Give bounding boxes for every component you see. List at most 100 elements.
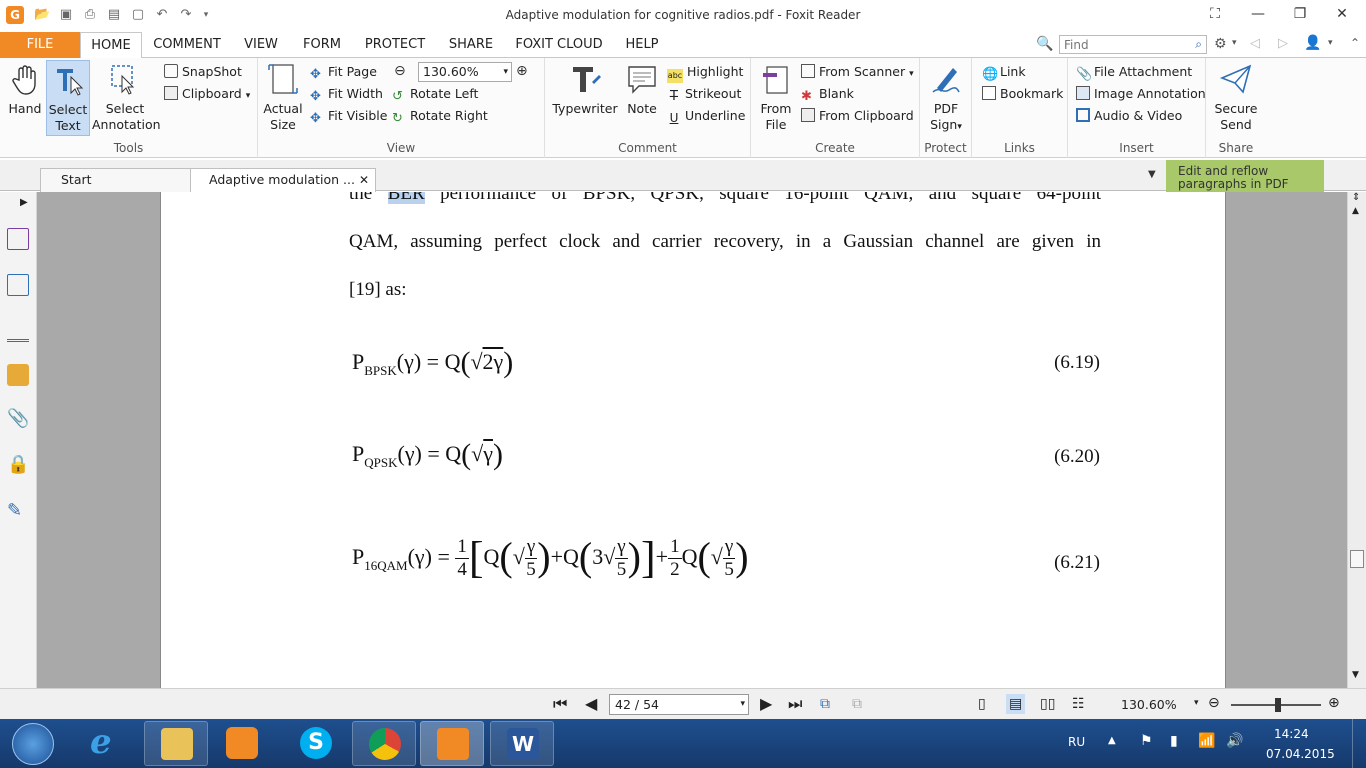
image-annotation-button[interactable]: Image Annotation [1076,84,1206,104]
highlighted-word[interactable]: BER [387,192,425,204]
highlight-button[interactable]: abc Highlight [667,62,743,83]
status-zoom-out-icon[interactable]: ⊖ [1208,695,1220,711]
last-page-icon[interactable]: ⏭ [788,694,802,714]
audio-video-button[interactable]: Audio & Video [1076,106,1182,126]
show-hidden-icons-icon[interactable]: ▲ [1108,735,1116,746]
zoom-dropdown-icon[interactable]: ▾ [503,63,508,81]
pdf-sign-button[interactable]: PDF Sign▾ [924,60,968,134]
edit-reflow-banner[interactable]: Edit and reflow paragraphs in PDF [1166,160,1324,192]
scroll-up-icon[interactable]: ▲ [1352,206,1359,216]
action-center-icon[interactable]: ⚑ [1140,733,1153,749]
find-input[interactable] [1060,36,1180,53]
attachments-panel-icon[interactable]: 📎 [7,408,29,430]
fit-width-button[interactable]: ✥ Fit Width [310,84,383,104]
next-page-icon[interactable]: ▶ [760,694,772,714]
comments-panel-icon[interactable] [7,364,29,386]
document-viewport[interactable]: the BER performance of BPSK, QPSK, squar… [37,192,1347,688]
vertical-scrollbar[interactable]: ⇕ ▲ ▼ [1347,192,1366,688]
expand-panel-icon[interactable]: ▶ [20,197,28,208]
zoom-slider-thumb[interactable] [1275,698,1281,712]
taskbar-media-player[interactable] [210,721,274,766]
from-file-button[interactable]: From File [755,60,797,132]
show-desktop-button[interactable] [1352,719,1366,768]
restore-layout-icon[interactable]: ⛶ [1196,2,1234,26]
search-icon[interactable]: ⌕ [1195,37,1202,52]
clipboard-button[interactable]: Clipboard ▾ [164,84,250,104]
taskbar-skype[interactable]: S [284,721,348,766]
equation-6-19[interactable]: PBPSK(γ) = Q(√2γ) [352,346,513,380]
tab-protect[interactable]: PROTECT [358,32,432,58]
tab-form[interactable]: FORM [296,32,348,58]
signatures-panel-icon[interactable]: ✎ [7,500,29,522]
taskbar-word[interactable]: W [490,721,554,766]
underline-button[interactable]: U Underline [667,106,746,126]
volume-icon[interactable]: 🔊 [1226,733,1243,749]
actual-size-button[interactable]: Actual Size [262,60,304,132]
clock-date[interactable]: 07.04.2015 [1266,747,1335,761]
tab-list-dropdown-icon[interactable]: ▼ [1148,169,1156,180]
tab-comment[interactable]: COMMENT [148,32,226,58]
status-zoom-dropdown-icon[interactable]: ▾ [1194,698,1199,708]
scroll-thumb[interactable] [1350,550,1364,568]
file-attachment-button[interactable]: 📎 File Attachment [1076,62,1192,82]
device-icon[interactable]: ▮ [1170,733,1178,749]
zoom-slider[interactable] [1231,698,1321,712]
pdf-page[interactable]: the BER performance of BPSK, QPSK, squar… [160,192,1226,688]
page-dropdown-icon[interactable]: ▾ [740,695,745,714]
previous-page-icon[interactable]: ◀ [585,694,597,714]
minimize-button[interactable]: — [1238,2,1278,26]
close-tab-icon[interactable]: ✕ [359,169,369,191]
tab-start[interactable]: Start [40,168,192,192]
zoom-in-icon[interactable]: ⊕ [516,63,528,79]
status-zoom-value[interactable]: 130.60% [1121,697,1177,712]
equation-6-20[interactable]: PQPSK(γ) = Q(√γ) [352,438,503,472]
find-next-icon[interactable]: ▷ [1278,36,1288,51]
continuous-facing-icon[interactable]: ☷ [1072,694,1085,714]
body-text-line-1[interactable]: the BER performance of BPSK, QPSK, squar… [349,192,1101,214]
taskbar-foxit[interactable] [420,721,484,766]
settings-dropdown-icon[interactable]: ▾ [1232,38,1237,48]
tab-home[interactable]: HOME [80,32,142,59]
start-button[interactable] [12,723,54,765]
previous-view-icon[interactable]: ⧉ [820,694,830,714]
note-button[interactable]: Note [621,60,663,118]
snapshot-button[interactable]: SnapShot [164,62,242,82]
tab-view[interactable]: VIEW [236,32,286,58]
body-text-line-3[interactable]: [19] as: [349,270,1101,310]
security-panel-icon[interactable]: 🔒 [7,454,29,476]
body-text-line-2[interactable]: QAM, assuming perfect clock and carrier … [349,222,1101,262]
fit-page-button[interactable]: ✥ Fit Page [310,62,377,82]
taskbar-ie[interactable]: e [74,721,138,766]
rotate-left-button[interactable]: ↺ Rotate Left [392,84,478,104]
secure-send-button[interactable]: Secure Send [1210,60,1262,132]
select-text-button[interactable]: Select Text [46,60,90,136]
bookmarks-panel-icon[interactable] [7,228,29,250]
network-icon[interactable]: 📶 [1198,733,1215,749]
continuous-page-icon[interactable]: ▤ [1006,694,1026,714]
clock-time[interactable]: 14:24 [1274,727,1309,741]
scroll-down-icon[interactable]: ▼ [1352,670,1359,680]
blank-button[interactable]: ✱ Blank [801,84,854,104]
zoom-out-icon[interactable]: ⊖ [394,63,406,79]
close-button[interactable]: ✕ [1322,2,1362,26]
account-dropdown-icon[interactable]: ▾ [1328,38,1333,48]
strikeout-button[interactable]: T̶ Strikeout [667,84,741,104]
user-account-icon[interactable]: 👤 [1304,35,1321,51]
first-page-icon[interactable]: ⏮ [553,694,567,714]
taskbar-chrome[interactable] [352,721,416,766]
bookmark-button[interactable]: Bookmark [982,84,1063,104]
single-page-icon[interactable]: ▯ [978,694,986,714]
maximize-button[interactable]: ❐ [1280,2,1320,26]
find-field[interactable]: ⌕ [1059,35,1207,54]
settings-gear-icon[interactable]: ⚙ [1214,36,1227,52]
fit-visible-button[interactable]: ✥ Fit Visible [310,106,387,126]
from-scanner-button[interactable]: From Scanner ▾ [801,62,914,82]
tab-foxit-cloud[interactable]: FOXIT CLOUD [510,32,608,58]
find-previous-icon[interactable]: ◁ [1250,36,1260,51]
collapse-ribbon-icon[interactable]: ⌃ [1350,36,1360,50]
language-indicator[interactable]: RU [1068,735,1085,749]
tab-current-document[interactable]: Adaptive modulation ... ✕ [190,168,376,192]
equation-6-21[interactable]: P16QAM(γ) = 1 4 [Q(√ γ 5)+Q(3√ γ 5)]+ 1 2 Q(√ γ 5) [352,532,749,583]
split-handle-icon[interactable]: ⇕ [1352,192,1360,203]
select-annotation-button[interactable]: Select Annotation [92,60,161,132]
